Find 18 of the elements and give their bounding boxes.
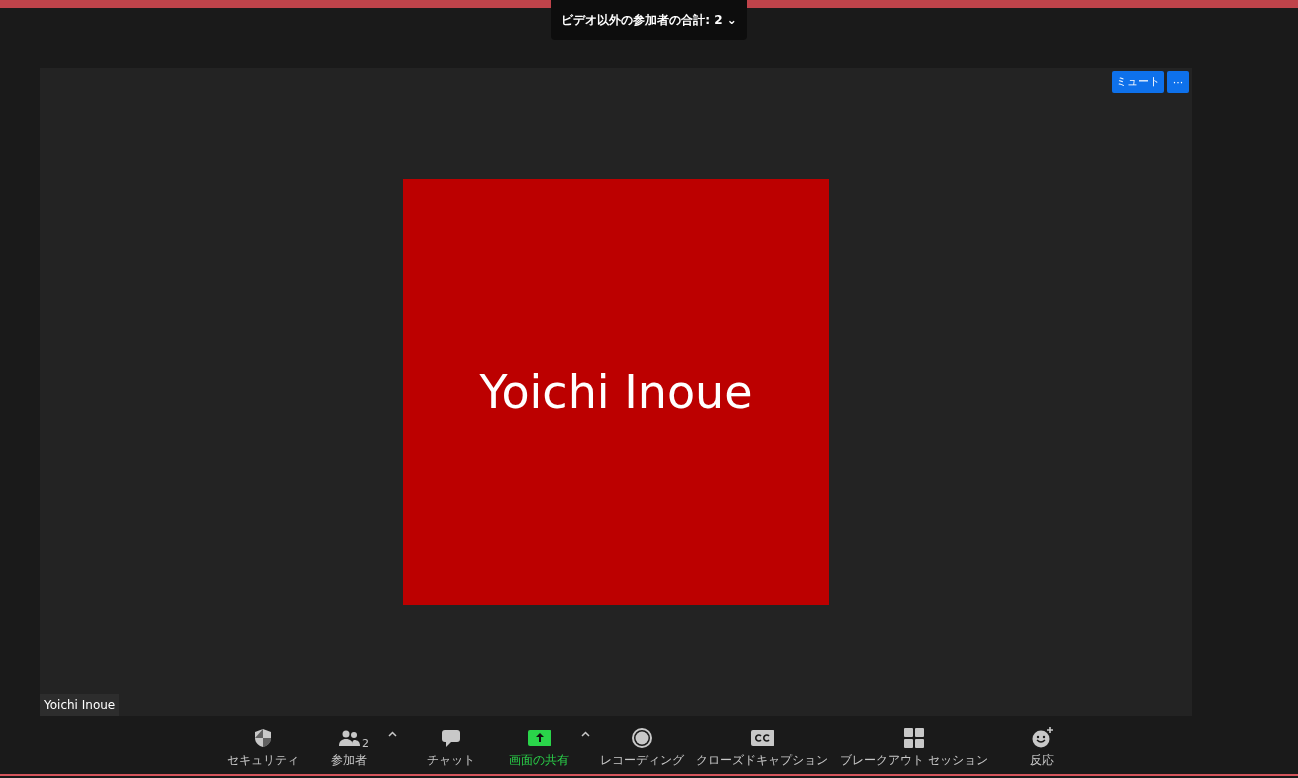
participants-button[interactable]: 2 参加者 xyxy=(314,716,385,773)
more-button[interactable]: ··· xyxy=(1167,71,1189,93)
participant-name: Yoichi Inoue xyxy=(479,363,753,421)
mute-button[interactable]: ミュート xyxy=(1112,71,1164,93)
security-button[interactable]: セキュリティ xyxy=(212,716,315,773)
grid-icon xyxy=(902,726,926,748)
caret-icon xyxy=(581,730,591,737)
captions-button[interactable]: クローズドキャプション xyxy=(690,716,835,773)
participant-count: 2 xyxy=(362,736,370,752)
breakout-button[interactable]: ブレークアウト セッション xyxy=(834,716,994,773)
name-tag: Yoichi Inoue xyxy=(40,694,120,716)
record-button[interactable]: レコーディング xyxy=(594,716,691,773)
share-button[interactable]: 画面の共有 xyxy=(501,716,578,773)
reactions-button[interactable]: 反応 xyxy=(993,716,1090,773)
caret-icon xyxy=(388,730,398,737)
chat-button[interactable]: チャット xyxy=(401,716,502,773)
participants-dropdown[interactable]: ビデオ以外の参加者の合計: 2 ⌄ xyxy=(551,0,747,40)
record-icon xyxy=(630,726,655,748)
